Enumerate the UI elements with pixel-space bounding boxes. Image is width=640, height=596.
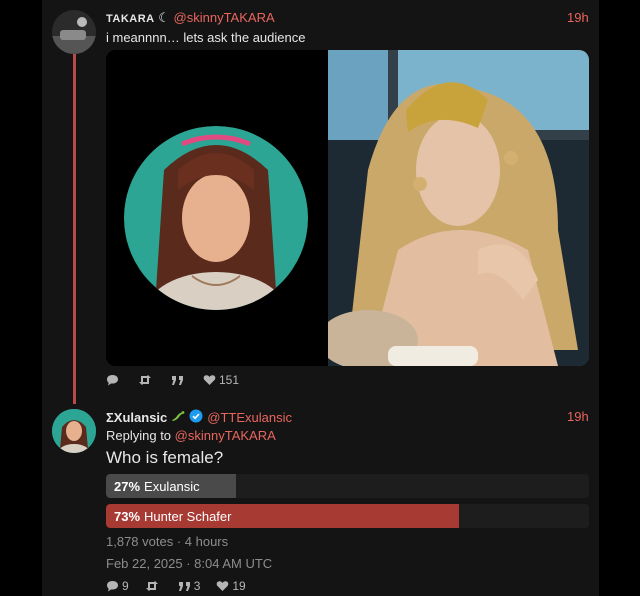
- poll-percent: 73%: [114, 509, 141, 524]
- quote-count: 3: [193, 579, 201, 593]
- moon-icon: ☾: [158, 10, 170, 25]
- tweet1-text: i meannnn… lets ask the audience: [106, 30, 306, 45]
- reply-button[interactable]: [106, 374, 122, 386]
- tweet1-media[interactable]: [106, 50, 589, 366]
- tweet2-time[interactable]: 19h: [567, 409, 589, 424]
- media-image-portrait[interactable]: [106, 50, 326, 366]
- retweet-button[interactable]: [138, 374, 155, 386]
- poll-option: 27% Exulansic: [106, 474, 589, 498]
- tweet1-time[interactable]: 19h: [567, 10, 589, 25]
- reply-icon: [106, 374, 119, 386]
- avatar-takara[interactable]: [52, 10, 96, 54]
- handle[interactable]: @TTExulansic: [207, 410, 292, 425]
- lizard-emoji-icon: [171, 410, 185, 425]
- replying-prefix: Replying to: [106, 428, 172, 443]
- heart-icon: [216, 580, 229, 592]
- reply-button[interactable]: 9: [106, 579, 129, 593]
- display-name[interactable]: TAKARA: [106, 13, 155, 25]
- reply-count: 9: [122, 579, 129, 593]
- tweet1-actions: 151: [106, 373, 239, 387]
- handle[interactable]: @skinnyTAKARA: [174, 10, 275, 25]
- poll-option-text: Exulansic: [144, 479, 200, 494]
- tweet1-header: TAKARA ☾ @skinnyTAKARA: [106, 10, 275, 26]
- retweet-button[interactable]: [145, 580, 162, 592]
- reply-icon: [106, 580, 119, 592]
- like-count: 19: [232, 579, 246, 593]
- display-name[interactable]: ΣXulansic: [106, 410, 167, 425]
- quote-icon: [171, 375, 184, 386]
- replying-handle[interactable]: @skinnyTAKARA: [175, 428, 276, 443]
- media-image-photo[interactable]: [328, 50, 589, 366]
- poll-label: 27% Exulansic: [114, 479, 200, 494]
- verified-icon: [189, 409, 203, 426]
- thread-connector-line: [73, 52, 76, 404]
- quote-icon: [178, 581, 191, 592]
- tweet2-header: ΣXulansic @TTExulansic: [106, 409, 292, 426]
- poll-option: 73% Hunter Schafer: [106, 504, 589, 528]
- poll-votes: 1,878 votes · 4 hours: [106, 534, 229, 549]
- quote-button[interactable]: 3: [178, 579, 201, 593]
- avatar-exulansic[interactable]: [52, 409, 96, 453]
- like-button[interactable]: 151: [203, 373, 239, 387]
- poll-percent: 27%: [114, 479, 141, 494]
- poll-option-text: Hunter Schafer: [144, 509, 232, 524]
- retweet-icon: [138, 374, 152, 386]
- tweet2-text: Who is female?: [106, 448, 224, 467]
- like-count: 151: [219, 373, 240, 387]
- replying-to-line: Replying to @skinnyTAKARA: [106, 428, 276, 443]
- tweet2-actions: 9 3 19: [106, 579, 246, 593]
- retweet-icon: [145, 580, 159, 592]
- quote-button[interactable]: [171, 375, 187, 386]
- heart-icon: [203, 374, 216, 386]
- tweet2-date[interactable]: Feb 22, 2025 · 8:04 AM UTC: [106, 556, 272, 571]
- poll-label: 73% Hunter Schafer: [114, 509, 231, 524]
- like-button[interactable]: 19: [216, 579, 246, 593]
